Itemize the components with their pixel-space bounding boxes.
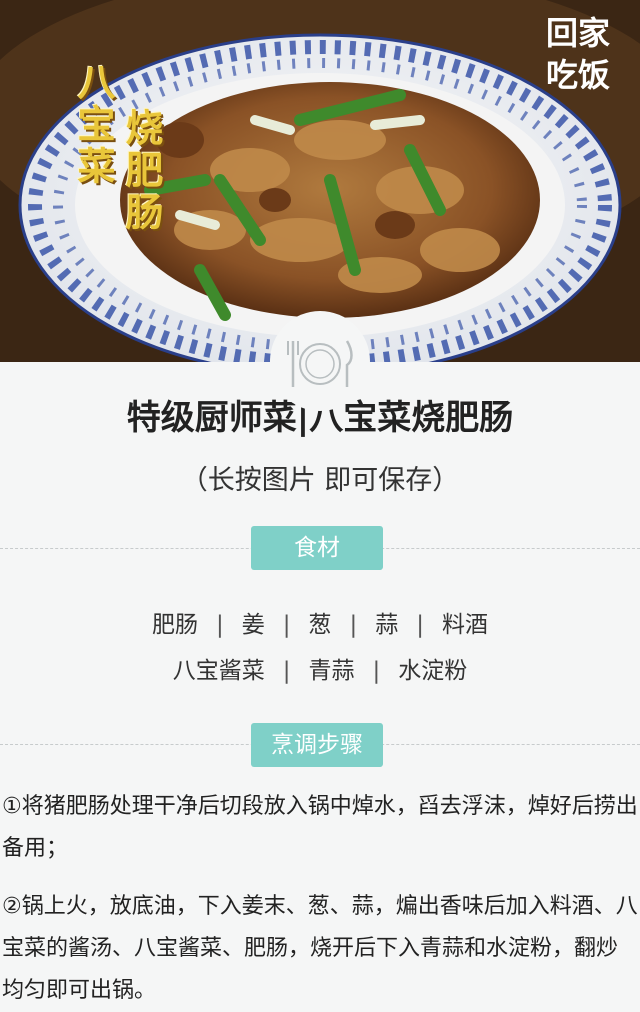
separator: | bbox=[282, 612, 291, 638]
cutlery-plate-icon bbox=[270, 311, 370, 411]
step-2: ②锅上火，放底油，下入姜末、葱、蒜，煸出香味后加入料酒、八宝菜的酱汤、八宝酱菜、… bbox=[2, 894, 638, 1003]
ingredient-item: 八宝酱菜 bbox=[172, 658, 265, 684]
ingredient-item: 料酒 bbox=[442, 612, 488, 638]
separator: | bbox=[349, 612, 358, 638]
separator: | bbox=[416, 612, 424, 638]
ingredient-item: 姜 bbox=[241, 612, 265, 638]
page-subtitle: （长按图片 即可保存） bbox=[180, 465, 460, 496]
ingredient-item: 蒜 bbox=[375, 612, 399, 638]
steps-heading: 烹调步骤 bbox=[251, 723, 383, 767]
hero-title-column-1: 八宝菜 bbox=[71, 62, 116, 188]
ingredient-row-2: 八宝酱菜 | 青蒜 | 水淀粉 bbox=[0, 651, 640, 685]
step-1: ①将猪肥肠处理干净后切段放入锅中焯水，舀去浮沫，焯好后捞出备用； bbox=[2, 794, 638, 861]
ingredient-item: 青蒜 bbox=[308, 658, 355, 684]
hero-title-column-2: 烧肥肠 bbox=[119, 108, 164, 234]
ingredient-row-1: 肥肠 | 姜 | 葱 | 蒜 | 料酒 bbox=[0, 605, 640, 639]
logo-text-bottom: 吃饭 bbox=[546, 56, 611, 94]
brand-logo: 回家 吃饭 bbox=[546, 8, 630, 100]
hero-photo: 八宝菜 烧肥肠 回家 吃饭 bbox=[0, 0, 640, 362]
recipe-content: 特级厨师菜|八宝菜烧肥肠 （长按图片 即可保存） 食材 肥肠 | 姜 | 葱 | 蒜 | 料酒 … bbox=[0, 362, 640, 1011]
logo-text-top: 回家 bbox=[546, 14, 611, 52]
ingredient-item: 水淀粉 bbox=[398, 658, 468, 684]
separator: | bbox=[372, 658, 381, 684]
ingredient-item: 肥肠 bbox=[152, 612, 198, 638]
ingredient-item: 葱 bbox=[308, 612, 332, 638]
separator: | bbox=[216, 612, 224, 638]
separator: | bbox=[282, 658, 291, 684]
ingredients-heading: 食材 bbox=[251, 526, 383, 570]
